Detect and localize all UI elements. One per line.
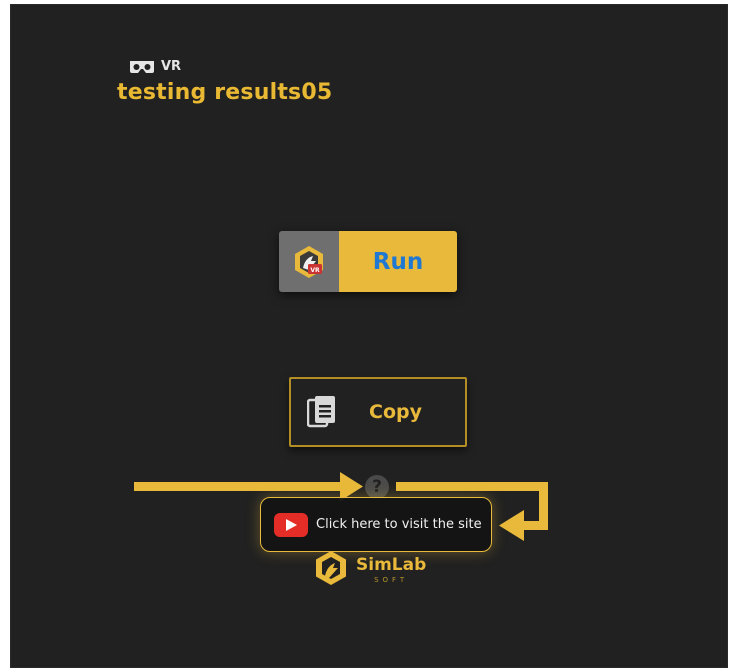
copy-document-icon <box>306 395 338 429</box>
simlab-logo-icon <box>312 549 350 591</box>
run-label: Run <box>339 231 457 292</box>
youtube-play-icon <box>274 512 308 537</box>
vr-headset-icon <box>129 60 155 74</box>
vr-badge: VR <box>129 59 181 74</box>
help-icon[interactable]: ? <box>365 475 389 499</box>
copy-button[interactable]: Copy <box>289 377 467 447</box>
project-title: testing results05 <box>117 80 333 105</box>
run-button[interactable]: VR Run <box>279 231 457 292</box>
visit-site-label: Click here to visit the site <box>316 517 482 532</box>
brand-name: SimLab <box>356 554 427 575</box>
visit-site-link[interactable]: Click here to visit the site <box>260 497 492 552</box>
svg-text:VR: VR <box>310 267 320 274</box>
copy-label: Copy <box>369 401 422 423</box>
vr-label: VR <box>161 59 182 74</box>
brand-subtitle: SOFT <box>374 575 409 584</box>
app-logo-icon: VR <box>279 231 339 292</box>
brand-logo: SimLab SOFT <box>312 549 426 591</box>
